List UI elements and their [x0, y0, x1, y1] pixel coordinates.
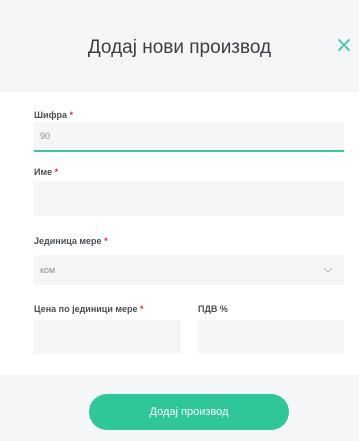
price-input[interactable] — [34, 320, 181, 354]
modal-title: Додај нови производ — [87, 37, 272, 58]
vat-label: ПДВ % — [198, 304, 228, 314]
add-product-button[interactable]: Додај производ — [89, 394, 289, 430]
code-label-text: Шифра — [34, 110, 67, 120]
code-value: 90 — [40, 131, 51, 141]
modal-header: Додај нови производ — [0, 0, 359, 92]
unit-label: Јединица мере * — [34, 236, 108, 246]
code-input[interactable]: 90 — [34, 122, 344, 152]
price-label: Цена по јединици мере * — [34, 304, 144, 314]
close-button[interactable] — [333, 34, 355, 56]
price-label-text: Цена по јединици мере — [34, 304, 138, 314]
name-input[interactable] — [34, 181, 344, 216]
name-label-text: Име — [34, 167, 53, 177]
required-mark: * — [54, 167, 59, 177]
name-label: Име * — [34, 167, 58, 177]
unit-select[interactable]: ком — [34, 255, 344, 285]
close-icon — [338, 39, 350, 51]
required-mark: * — [69, 110, 73, 120]
chevron-down-icon — [324, 265, 332, 275]
required-mark: * — [104, 236, 108, 246]
vat-label-text: ПДВ % — [198, 304, 228, 314]
required-mark: * — [140, 304, 144, 314]
code-label: Шифра * — [34, 110, 73, 120]
vat-input[interactable] — [198, 320, 344, 354]
add-product-button-label: Додај производ — [149, 406, 229, 418]
unit-label-text: Јединица мере — [34, 236, 102, 246]
unit-value: ком — [40, 265, 56, 275]
